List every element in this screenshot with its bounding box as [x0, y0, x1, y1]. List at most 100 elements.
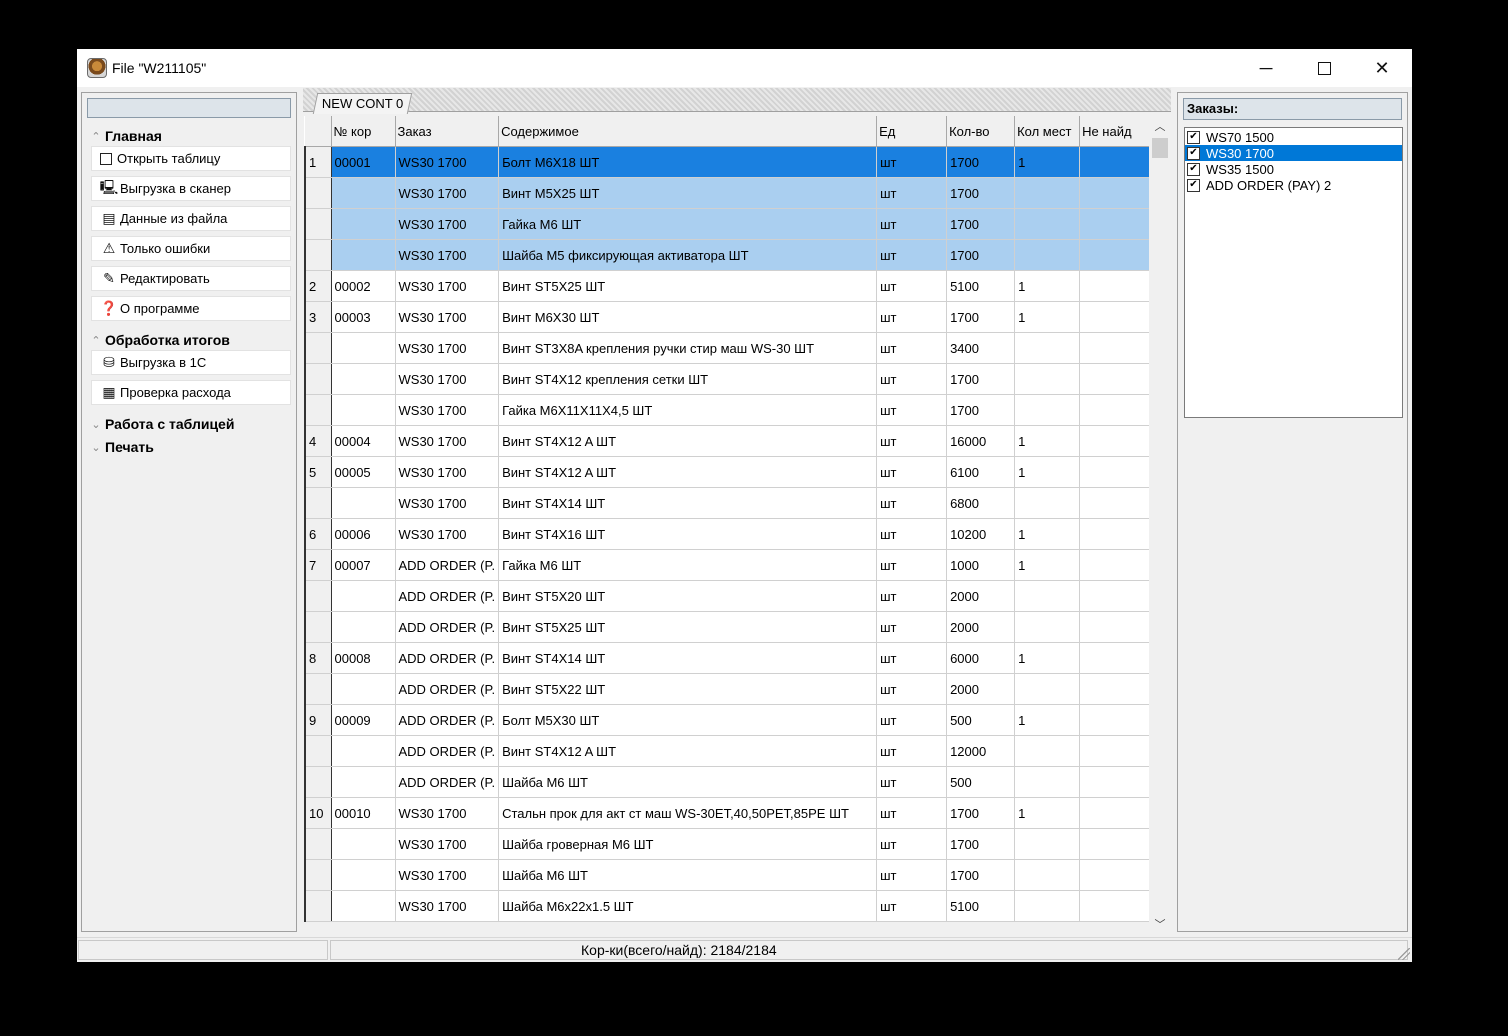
order-list-item[interactable]: ✔ WS70 1500 [1185, 129, 1402, 145]
cell-places[interactable] [1014, 735, 1081, 767]
cell-qty[interactable]: 16000 [946, 425, 1016, 457]
cell-content[interactable]: Винт ST5X25 ШТ [498, 611, 878, 643]
cell-box[interactable] [331, 890, 396, 922]
cell-order[interactable]: ADD ORDER (P. [395, 580, 500, 612]
cell-unit[interactable]: шт [876, 239, 948, 271]
order-checkbox[interactable]: ✔ [1187, 162, 1200, 176]
row-indicator[interactable] [304, 208, 332, 240]
cell-order[interactable]: ADD ORDER (P. [395, 704, 500, 736]
table-row[interactable]: 6 00006 WS30 1700 Винт ST4X16 ШТ шт 10200 1 [304, 518, 1154, 550]
resize-grip-icon[interactable] [1398, 948, 1410, 960]
cell-order[interactable]: WS30 1700 [395, 332, 500, 364]
orders-list[interactable]: ✔ WS70 1500 ✔ WS30 1700 ✔ WS35 1500 ✔ ADD ORDER… [1184, 127, 1403, 418]
cell-qty[interactable]: 1700 [946, 797, 1016, 829]
row-indicator[interactable]: 5 [304, 456, 332, 488]
check-expense-button[interactable]: ▦ Проверка расхода [91, 380, 291, 405]
cell-qty[interactable]: 1700 [946, 301, 1016, 333]
table-row[interactable]: WS30 1700 Шайба М6х22х1.5 ШТ шт 5100 [304, 890, 1154, 922]
cell-nf[interactable] [1079, 239, 1154, 271]
cell-qty[interactable]: 5100 [946, 270, 1016, 302]
minimize-button[interactable]: ─ [1237, 49, 1295, 87]
cell-qty[interactable]: 1700 [946, 146, 1016, 178]
cell-content[interactable]: Болт М6Х18 ШТ [498, 146, 878, 178]
cell-box[interactable] [331, 394, 396, 426]
group-header-print[interactable]: ⌄ Печать [87, 437, 291, 457]
group-header-table-work[interactable]: ⌄ Работа с таблицей [87, 414, 291, 434]
cell-content[interactable]: Винт ST5X22 ШТ [498, 673, 878, 705]
maximize-button[interactable] [1295, 49, 1353, 87]
cell-qty[interactable]: 1700 [946, 828, 1016, 860]
cell-box[interactable] [331, 487, 396, 519]
table-row[interactable]: ADD ORDER (P. Винт ST5X20 ШТ шт 2000 [304, 580, 1154, 612]
cell-places[interactable] [1014, 394, 1081, 426]
cell-order[interactable]: ADD ORDER (P. [395, 549, 500, 581]
row-indicator[interactable]: 8 [304, 642, 332, 674]
cell-places[interactable]: 1 [1014, 425, 1081, 457]
cell-qty[interactable]: 10200 [946, 518, 1016, 550]
cell-places[interactable] [1014, 580, 1081, 612]
cell-qty[interactable]: 1700 [946, 208, 1016, 240]
cell-content[interactable]: Шайба М5 фиксирующая активатора ШТ [498, 239, 878, 271]
row-indicator[interactable]: 1 [304, 146, 332, 178]
cell-box[interactable] [331, 208, 396, 240]
cell-qty[interactable]: 1700 [946, 363, 1016, 395]
cell-places[interactable]: 1 [1014, 146, 1081, 178]
cell-content[interactable]: Шайба М6 ШТ [498, 859, 878, 891]
cell-unit[interactable]: шт [876, 270, 948, 302]
cell-unit[interactable]: шт [876, 456, 948, 488]
corner-header[interactable] [305, 116, 332, 147]
column-header[interactable]: Содержимое [498, 116, 878, 147]
row-indicator[interactable] [304, 890, 332, 922]
cell-order[interactable]: WS30 1700 [395, 890, 500, 922]
cell-unit[interactable]: шт [876, 797, 948, 829]
table-row[interactable]: ADD ORDER (P. Шайба М6 ШТ шт 500 [304, 766, 1154, 798]
cell-qty[interactable]: 1700 [946, 177, 1016, 209]
row-indicator[interactable] [304, 673, 332, 705]
cell-places[interactable] [1014, 611, 1081, 643]
cell-nf[interactable] [1079, 425, 1154, 457]
table-row[interactable]: 1 00001 WS30 1700 Болт М6Х18 ШТ шт 1700 1 [304, 146, 1154, 178]
cell-qty[interactable]: 6100 [946, 456, 1016, 488]
table-row[interactable]: 7 00007 ADD ORDER (P. Гайка М6 ШТ шт 1000 1 [304, 549, 1154, 581]
table-row[interactable]: ADD ORDER (P. Винт ST5X22 ШТ шт 2000 [304, 673, 1154, 705]
row-indicator[interactable]: 6 [304, 518, 332, 550]
cell-order[interactable]: WS30 1700 [395, 208, 500, 240]
order-checkbox[interactable]: ✔ [1187, 146, 1200, 160]
cell-content[interactable]: Винт ST4X12 крепления сетки ШТ [498, 363, 878, 395]
cell-nf[interactable] [1079, 704, 1154, 736]
cell-content[interactable]: Стальн прок для акт ст маш WS-30ET,40,50… [498, 797, 878, 829]
cell-places[interactable] [1014, 363, 1081, 395]
edit-button[interactable]: ✎ Редактировать [91, 266, 291, 291]
cell-places[interactable] [1014, 890, 1081, 922]
cell-box[interactable]: 00004 [331, 425, 396, 457]
cell-qty[interactable]: 6000 [946, 642, 1016, 674]
about-button[interactable]: ❓ О программе [91, 296, 291, 321]
cell-order[interactable]: WS30 1700 [395, 363, 500, 395]
export-1c-button[interactable]: ⛁ Выгрузка в 1С [91, 350, 291, 375]
cell-qty[interactable]: 500 [946, 766, 1016, 798]
cell-content[interactable]: Болт М5Х30 ШТ [498, 704, 878, 736]
cell-order[interactable]: ADD ORDER (P. [395, 611, 500, 643]
cell-box[interactable]: 00010 [331, 797, 396, 829]
cell-nf[interactable] [1079, 363, 1154, 395]
cell-box[interactable] [331, 177, 396, 209]
group-header-main[interactable]: ⌃ Главная [87, 126, 291, 146]
table-row[interactable]: 10 00010 WS30 1700 Стальн прок для акт ст м… [304, 797, 1154, 829]
open-table-button[interactable]: Открыть таблицу [91, 146, 291, 171]
scroll-down-icon[interactable]: ﹀ [1149, 914, 1171, 934]
cell-places[interactable]: 1 [1014, 518, 1081, 550]
cell-box[interactable]: 00009 [331, 704, 396, 736]
cell-box[interactable] [331, 611, 396, 643]
cell-nf[interactable] [1079, 797, 1154, 829]
cell-nf[interactable] [1079, 177, 1154, 209]
row-indicator[interactable] [304, 611, 332, 643]
cell-nf[interactable] [1079, 456, 1154, 488]
cell-order[interactable]: WS30 1700 [395, 270, 500, 302]
cell-order[interactable]: WS30 1700 [395, 425, 500, 457]
cell-unit[interactable]: шт [876, 611, 948, 643]
cell-box[interactable]: 00001 [331, 146, 396, 178]
cell-qty[interactable]: 2000 [946, 673, 1016, 705]
title-bar[interactable]: File "W211105" ─ ✕ [77, 49, 1412, 87]
cell-nf[interactable] [1079, 549, 1154, 581]
table-row[interactable]: WS30 1700 Гайка М6Х11Х11Х4,5 ШТ шт 1700 [304, 394, 1154, 426]
